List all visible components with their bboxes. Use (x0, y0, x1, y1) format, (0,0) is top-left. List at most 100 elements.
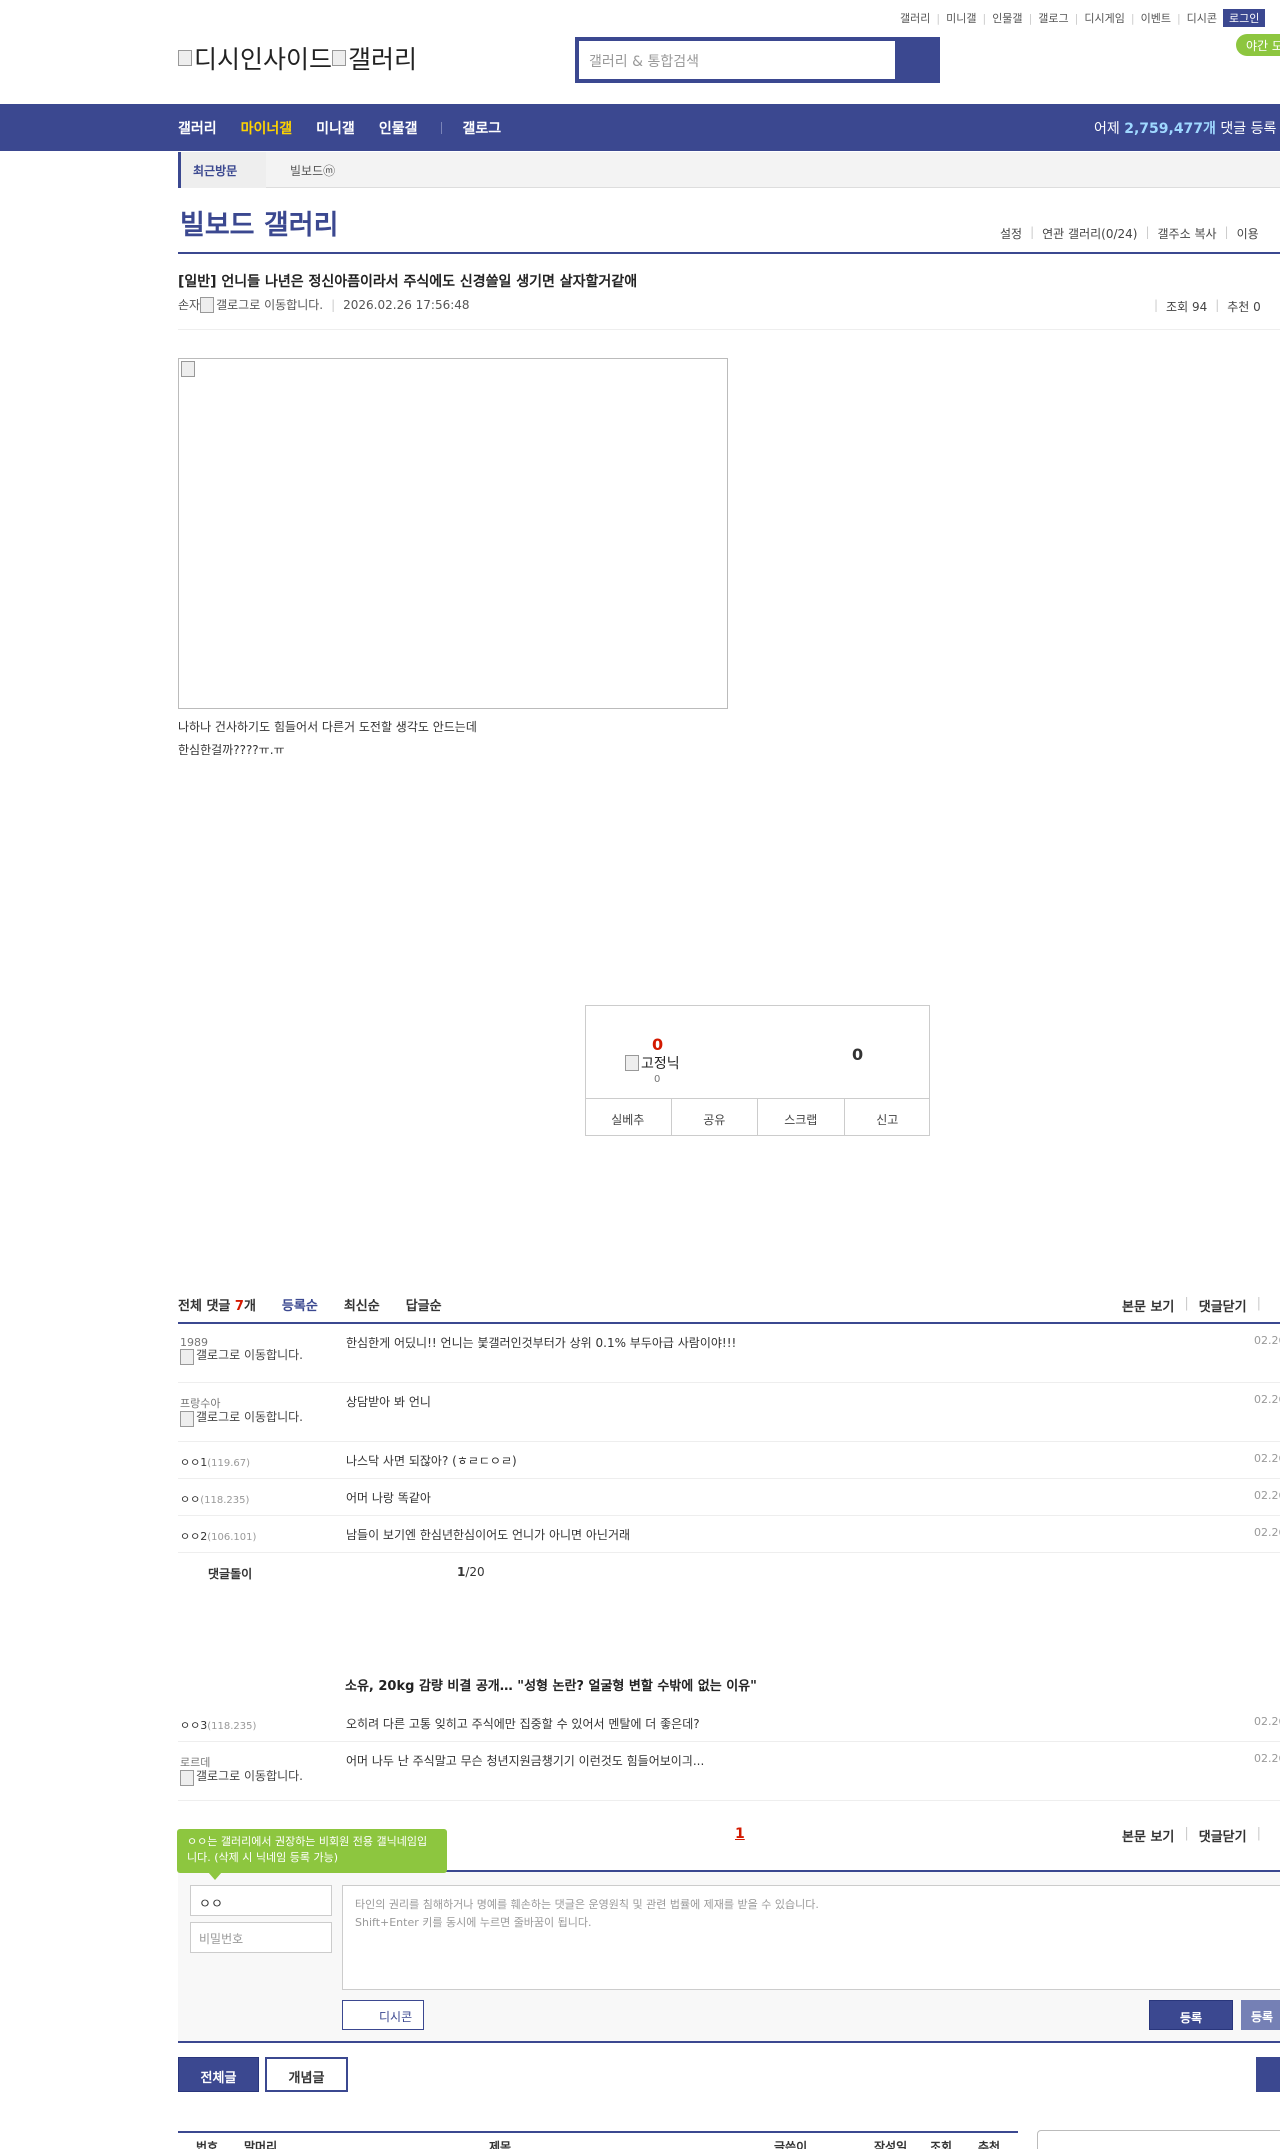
login-button[interactable]: 로그인 (1223, 9, 1266, 27)
recommend-buttons: 실베추 공유 스크랩 신고 (585, 1098, 930, 1136)
related-gallery-link[interactable]: 연관 갤러리(0/24) (1042, 225, 1137, 242)
comment-nick-name[interactable]: 로르데 (180, 1754, 316, 1770)
password-input[interactable]: 비밀번호 (190, 1922, 332, 1953)
comment-date: 02.26 18 (1254, 1526, 1280, 1539)
post-title: [일반] 언니들 나년은 정신아픔이라서 주식에도 신경쓸일 생기면 살자할거같… (178, 274, 638, 290)
view-post-button[interactable]: 본문 보기 (1122, 1826, 1174, 1845)
gallog-icon[interactable] (200, 296, 215, 313)
comment-nick[interactable]: 프랑수아 갤로그로 이동합니다. (180, 1395, 316, 1427)
tooltip-tail (208, 1872, 222, 1880)
report-button[interactable]: 신고 (845, 1099, 931, 1136)
comment-nick[interactable]: ㅇㅇ1(119.67) (180, 1454, 250, 1470)
view-post-button[interactable]: 본문 보기 (1122, 1296, 1174, 1315)
top-link-gallog[interactable]: 갤로그 (1038, 10, 1068, 26)
best-recommend-button[interactable]: 실베추 (585, 1099, 672, 1136)
site-logo[interactable]: 디시인사이드 갤러리 (178, 40, 417, 76)
gallery-title[interactable]: 빌보드 갤러리 (180, 203, 338, 242)
fixed-nick-icon (625, 1055, 639, 1071)
all-posts-button[interactable]: 전체글 (178, 2057, 259, 2092)
comment-nick-name[interactable]: 프랑수아 (180, 1395, 316, 1411)
comment-row: ㅇㅇ(118.235) 어머 나랑 똑같아 02.26 18 (178, 1479, 1280, 1516)
post-image[interactable] (178, 358, 728, 709)
concept-posts-button[interactable]: 개념글 (265, 2057, 348, 2092)
comment-ip: (119.67) (207, 1458, 251, 1469)
gallog-link[interactable]: 갤로그로 이동합니다. (180, 1349, 316, 1365)
nav-person-gallery[interactable]: 인물갤 (379, 118, 418, 138)
gallery-settings-link[interactable]: 설정 (1000, 225, 1022, 242)
comment-nick[interactable]: ㅇㅇ2(106.101) (180, 1528, 256, 1544)
top-link-dccon[interactable]: 디시콘 (1187, 10, 1217, 26)
textarea-placeholder-line: Shift+Enter 키를 동시에 누르면 줄바꿈이 됩니다. (355, 1916, 592, 1929)
comment-text: 오히려 다른 고통 잊히고 주식에만 집중할 수 있어서 멘탈에 더 좋은데? (346, 1717, 700, 1731)
comment-nick-name[interactable]: ㅇㅇ (180, 1493, 200, 1506)
comment-textarea[interactable]: 타인의 권리를 침해하거나 명예를 훼손하는 댓글은 운영원칙 및 관련 법률에… (342, 1885, 1280, 1990)
col-author: 글쓴이 (774, 2140, 808, 2149)
broken-image-icon (178, 50, 192, 66)
top-utility-bar: 갤러리 | 미니갤 | 인물갤 | 갤로그 | 디시게임 | 이벤트 | 디시콘 로그인 (900, 9, 1266, 27)
top-link-minigall[interactable]: 미니갤 (946, 10, 976, 26)
top-link-event[interactable]: 이벤트 (1141, 10, 1171, 26)
post-date: 2026.02.26 17:56:48 (343, 297, 470, 312)
comment-date: 02.26 17 (1254, 1452, 1280, 1465)
post-body-line: 나하나 건사하기도 힘들어서 다른거 도전할 생각도 안드는데 (178, 720, 477, 734)
comment-ip: (118.235) (207, 1721, 257, 1732)
list-divider (178, 2131, 1018, 2133)
comment-row: ㅇㅇ3(118.235) 오히려 다른 고통 잊히고 주식에만 집중할 수 있어… (178, 1705, 1280, 1742)
post-meta: | 조회 94 | 추천 0 (1154, 298, 1261, 314)
nickname-tooltip: ㅇㅇ는 갤러리에서 권장하는 비회원 전용 갤닉네임입니다. (삭제 시 닉네임… (177, 1829, 447, 1873)
top-link-persongall[interactable]: 인물갤 (992, 10, 1022, 26)
dccon-button[interactable]: 디시콘 (342, 2000, 424, 2030)
comment-total-prefix: 전체 댓글 (178, 1299, 235, 1314)
close-comments-button[interactable]: 댓글닫기 (1199, 1826, 1247, 1845)
gallog-link[interactable]: 갤로그로 이동합니다. (180, 1770, 316, 1786)
col-title: 제목 (489, 2140, 512, 2149)
write-post-button[interactable] (1256, 2057, 1280, 2092)
comment-nick[interactable]: 1989 갤로그로 이동합니다. (180, 1336, 316, 1365)
ad-headline[interactable]: 소유, 20kg 감량 비결 공개… "성형 논란? 얼굴형 변할 수밖에 없는… (345, 1675, 757, 1694)
downvote-count[interactable]: 0 (852, 1045, 863, 1064)
fixed-nick-alt: 고정닉 (641, 1056, 680, 1072)
nav-mini-gallery[interactable]: 미니갤 (316, 118, 355, 138)
gallog-link[interactable]: 갤로그로 이동합니다. (180, 1411, 316, 1427)
submit-recommend-button[interactable]: 등록 (1241, 2000, 1280, 2030)
nav-gallog[interactable]: 갤로그 (462, 118, 501, 138)
comment-nick-name[interactable]: ㅇㅇ1 (180, 1456, 207, 1469)
comment-page-current[interactable]: 1 (735, 1826, 745, 1842)
nav-minor-gallery[interactable]: 마이너갤 (241, 118, 293, 138)
comment-nick[interactable]: ㅇㅇ3(118.235) (180, 1717, 256, 1733)
top-link-dcgame[interactable]: 디시게임 (1084, 10, 1124, 26)
copy-address-link[interactable]: 갤주소 복사 (1158, 225, 1217, 242)
nickname-input[interactable]: ㅇㅇ (190, 1885, 332, 1916)
sort-latest[interactable]: 최신순 (344, 1295, 380, 1314)
comment-nick[interactable]: ㅇㅇ(118.235) (180, 1491, 249, 1507)
comment-text: 상담받아 봐 언니 (346, 1395, 431, 1409)
comment-nick-name[interactable]: ㅇㅇ3 (180, 1719, 207, 1732)
fixed-nick-upvote[interactable]: 고정닉 (625, 1053, 680, 1073)
scrap-button[interactable]: 스크랩 (758, 1099, 845, 1136)
broken-image-icon (181, 361, 195, 377)
top-link-gallery[interactable]: 갤러리 (900, 10, 930, 26)
comment-nick-name[interactable]: ㅇㅇ2 (180, 1530, 207, 1543)
search-input[interactable]: 갤러리 & 통합검색 (579, 41, 895, 79)
sort-replies[interactable]: 답글순 (406, 1295, 442, 1314)
nav-gallery[interactable]: 갤러리 (178, 118, 217, 138)
usage-link[interactable]: 이용 (1237, 225, 1259, 242)
recent-visit-bar (178, 152, 1280, 188)
comment-row: ㅇㅇ1(119.67) 나스닥 사면 되잖아? (ㅎㄹㄷㅇㄹ) 02.26 17 (178, 1442, 1280, 1479)
col-views: 조회 (930, 2140, 953, 2149)
gallog-alt: 갤로그로 이동합니다. (216, 298, 324, 312)
comment-text: 한심한게 어딨니!! 언니는 붗갤러인것부터가 상위 0.1% 부두아급 사람이… (346, 1336, 737, 1350)
sort-registered[interactable]: 등록순 (282, 1295, 318, 1314)
night-mode-toggle[interactable]: 야간 모드 (1236, 34, 1280, 70)
recent-visit-item[interactable]: 빌보드ⓜ (290, 162, 335, 179)
close-comments-button[interactable]: 댓글닫기 (1199, 1296, 1247, 1315)
separator: | (331, 297, 336, 312)
comment-nick[interactable]: 로르데 갤로그로 이동합니다. (180, 1754, 316, 1786)
submit-button[interactable]: 등록 (1149, 2000, 1233, 2030)
view-count: 조회 94 (1166, 300, 1208, 314)
comment-ip: (106.101) (207, 1532, 257, 1543)
col-date: 작성일 (874, 2140, 908, 2149)
share-button[interactable]: 공유 (672, 1099, 758, 1136)
comment-text: 어머 나랑 똑같아 (346, 1491, 431, 1505)
post-author[interactable]: 손자 (178, 296, 200, 313)
